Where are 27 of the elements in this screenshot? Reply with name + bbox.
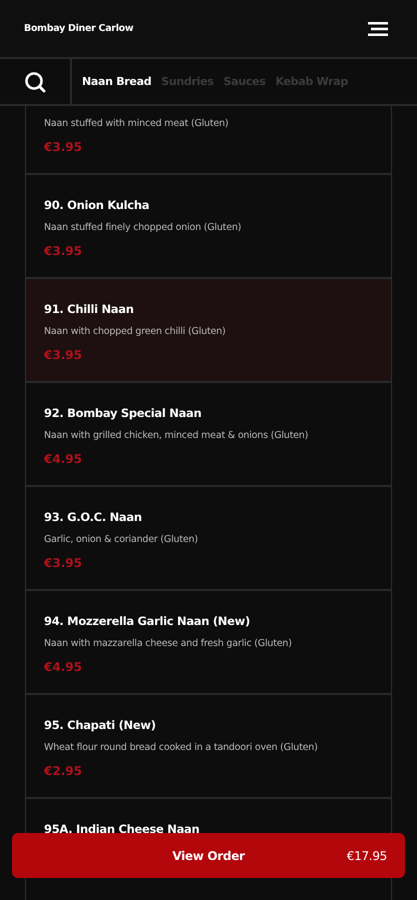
item-name: 94. Mozzerella Garlic Naan (New) bbox=[44, 614, 251, 628]
search-icon[interactable] bbox=[24, 70, 46, 92]
view-order-button[interactable]: View Order €17.95 bbox=[12, 833, 405, 878]
item-description: Naan stuffed finely chopped onion (Gluten) bbox=[44, 222, 242, 234]
item-price: €4.95 bbox=[44, 660, 83, 674]
item-description: Naan with chopped green chilli (Gluten) bbox=[44, 326, 226, 338]
item-price: €2.95 bbox=[44, 764, 83, 778]
item-price: €4.95 bbox=[44, 452, 83, 466]
item-name: 95A. Indian Cheese Naan bbox=[44, 822, 200, 836]
item-price: €3.95 bbox=[44, 348, 83, 362]
item-description: Naan with grilled chicken, minced meat & onions (Gluten) bbox=[44, 430, 310, 442]
item-description: Garlic, onion & coriander (Gluten) bbox=[44, 534, 199, 546]
category-tab[interactable]: Naan Bread bbox=[82, 75, 152, 88]
item-description: Wheat flour round bread cooked in a tandoori oven (Gluten) bbox=[44, 742, 319, 754]
item-name: 90. Onion Kulcha bbox=[44, 198, 150, 212]
item-price: €3.95 bbox=[44, 244, 83, 258]
restaurant-name: Bombay Diner Carlow bbox=[24, 23, 134, 34]
item-name: 93. G.O.C. Naan bbox=[44, 510, 143, 524]
menu-item-card[interactable]: 91. Chilli Naan Naan with chopped green chilli (Gluten) €3.95 bbox=[26, 279, 391, 383]
item-name: 91. Chilli Naan bbox=[44, 302, 135, 316]
item-description: Naan with mazzarella cheese and fresh garlic (Gluten) bbox=[44, 638, 293, 650]
item-price: €3.95 bbox=[44, 140, 83, 154]
item-price: €3.95 bbox=[44, 556, 83, 570]
item-description: Naan stuffed with minced meat (Gluten) bbox=[44, 118, 230, 130]
menu-icon[interactable] bbox=[368, 22, 388, 36]
item-name: 92. Bombay Special Naan bbox=[44, 406, 202, 420]
item-name: 95. Chapati (New) bbox=[44, 718, 157, 732]
